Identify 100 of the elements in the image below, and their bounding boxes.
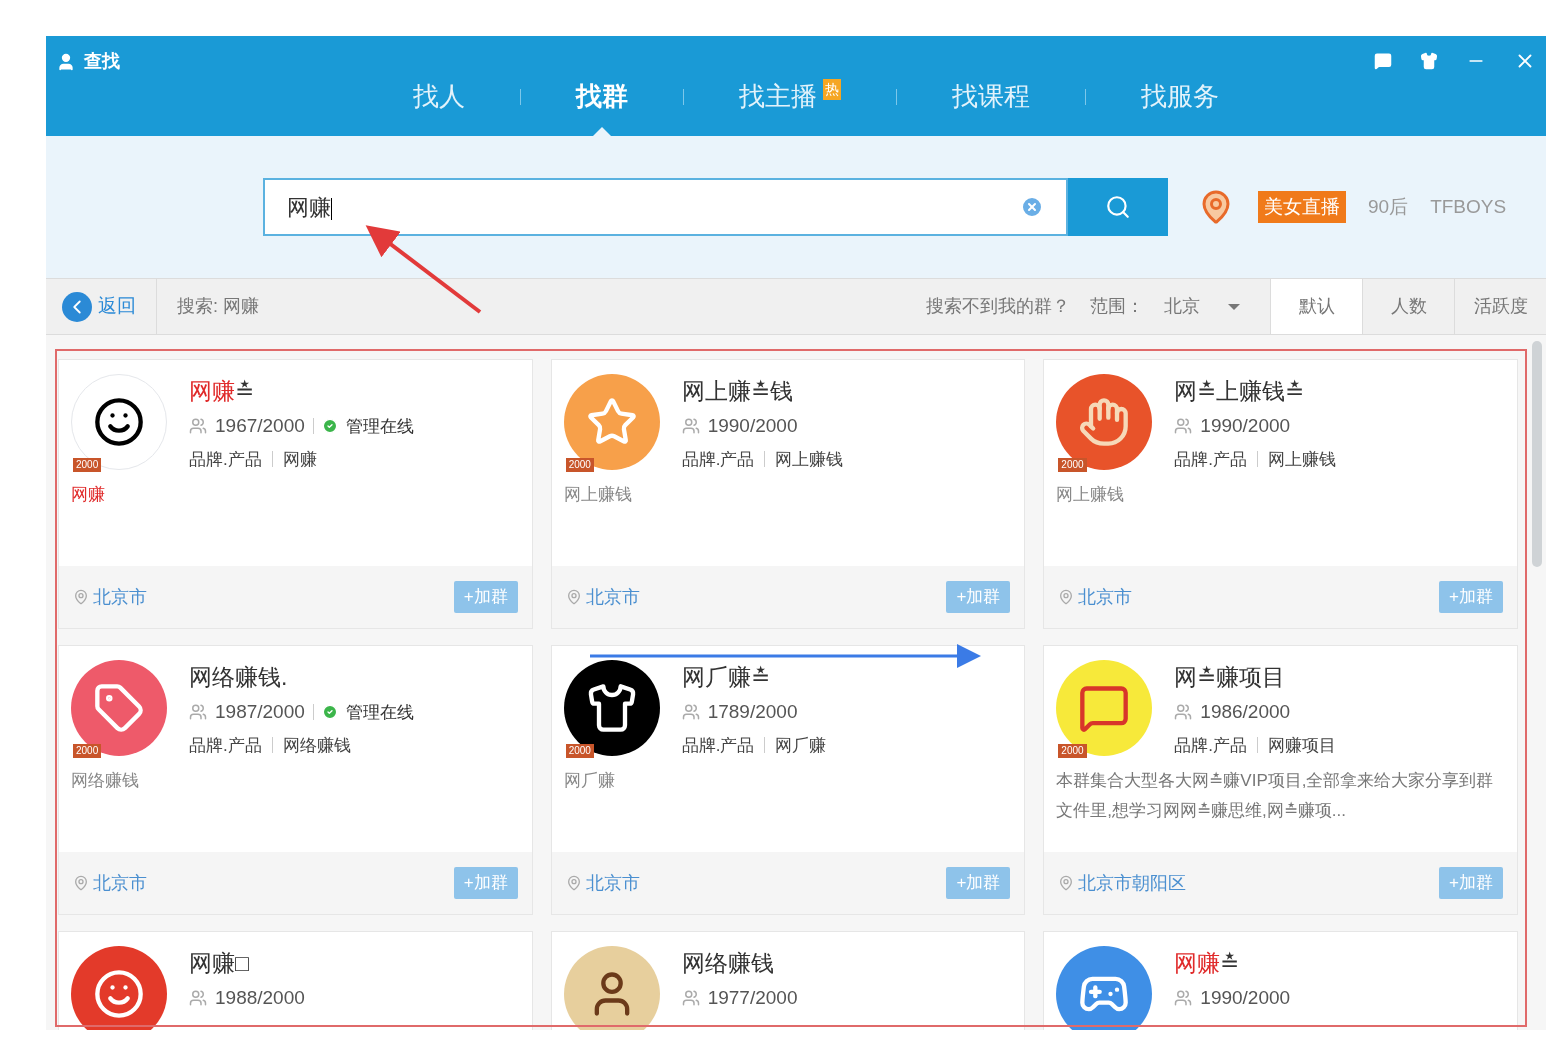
admin-status: 管理在线 [345,701,414,724]
members-icon [681,703,700,722]
group-location: 北京市 [93,585,147,609]
group-name: 网络赚钱 [681,949,775,978]
nav-tab[interactable]: 找人 [413,77,465,116]
group-name: 网≛上赚钱≛ [1174,377,1306,406]
online-icon [321,418,338,435]
location-icon [565,875,582,891]
group-name: 网赚≛ [189,377,255,406]
level-badge: 2000 [565,744,594,758]
group-name: 网≛赚项目 [1174,663,1287,692]
member-count: 1990/2000 [707,414,798,438]
members-icon [681,989,700,1008]
hot-badge: 热 [823,79,841,100]
join-group-button[interactable]: +加群 [1439,581,1503,613]
nav-tab[interactable]: 找课程 [952,77,1030,116]
group-location: 北京市 [1078,585,1133,609]
members-icon [189,989,207,1008]
nav-tab[interactable]: 找主播 [739,77,817,116]
group-tag: 品牌.产品 [1174,446,1248,472]
group-name: 网络赚钱. [189,663,289,692]
location-icon [1058,875,1075,891]
join-group-button[interactable]: +加群 [1439,867,1503,899]
join-group-button[interactable]: +加群 [946,581,1011,613]
group-keywords: 网上赚钱 [1056,484,1126,506]
search-button[interactable] [1068,178,1168,236]
group-name: 网赚□ [189,949,250,978]
members-icon [189,417,207,436]
members-icon [681,417,700,436]
group-tag: 品牌.产品 [681,732,755,758]
nav-tab[interactable]: 找服务 [1141,77,1219,116]
group-tag: 品牌.产品 [681,446,755,472]
group-keywords: 网⺁赚 [563,770,616,792]
range-dropdown[interactable]: 北京 [1164,293,1270,320]
member-count: 1987/2000 [215,700,305,724]
range-label: 范围： [1090,295,1144,318]
join-group-button[interactable]: +加群 [453,581,518,613]
level-badge: 2000 [1058,458,1087,472]
avatar-picture-icon [93,396,145,448]
group-tag: 网赚项目 [1268,732,1337,758]
group-tag: 网上赚钱 [1268,446,1337,472]
search-value: 网赚 [287,193,332,222]
group-location: 北京市 [585,585,640,609]
group-keywords: 网上赚钱 [563,484,633,506]
member-count: 1967/2000 [215,414,305,438]
group-tag: 网赚 [282,446,317,472]
group-keywords: 网络赚钱 [71,770,140,792]
location-icon [73,875,89,891]
members-icon [1174,417,1193,436]
location-icon [73,589,89,605]
group-location: 北京市 [585,871,640,895]
location-icon [1058,589,1075,605]
group-location: 北京市 [93,871,147,895]
search-field[interactable]: 网赚 [263,178,1068,236]
members-icon [1174,989,1193,1008]
avatar-picture-icon [93,968,145,1020]
group-tag: 品牌.产品 [189,732,262,758]
group-tag: 品牌.产品 [1174,732,1248,758]
group-tag: 网上赚钱 [775,446,844,472]
group-location: 北京市朝阳区 [1078,871,1187,895]
group-tag: 网络赚钱 [282,732,351,758]
group-tag: 品牌.产品 [189,446,262,472]
not-found-link[interactable]: 搜索不到我的群？ [926,293,1070,320]
search-icon [1105,194,1131,220]
online-icon [321,704,338,721]
join-group-button[interactable]: +加群 [453,867,518,899]
hot-search-tag[interactable]: 90后 [1368,192,1409,222]
group-tag: 网⺁赚 [775,732,827,758]
avatar-picture-icon [93,682,145,734]
feedback-icon[interactable] [1374,52,1392,70]
member-count: 1988/2000 [215,986,305,1010]
sort-tab[interactable]: 默认 [1270,279,1362,334]
admin-status: 管理在线 [345,415,414,438]
back-button[interactable]: 返回 [62,279,157,334]
join-group-button[interactable]: +加群 [946,867,1011,899]
search-query: 搜索: 网赚 [177,295,259,318]
group-name: 网上赚≛钱 [681,377,794,406]
member-count: 1977/2000 [707,986,798,1010]
level-badge: 2000 [1058,744,1087,758]
level-badge: 2000 [565,458,594,472]
hot-search-tag[interactable]: 美女直播 [1258,190,1346,224]
hot-search-tag[interactable]: TFBOYS [1430,192,1507,222]
avatar-picture-icon [1078,396,1131,448]
nav-tab[interactable]: 找群 [576,77,628,116]
member-count: 1789/2000 [707,700,798,724]
member-count: 1990/2000 [1200,986,1291,1010]
level-badge: 2000 [73,744,102,758]
level-badge: 2000 [73,458,102,472]
window-title: 查找 [84,50,120,73]
group-keywords: 网赚 [71,484,106,506]
clear-icon[interactable] [1020,195,1044,219]
member-count: 1990/2000 [1200,414,1291,438]
group-name: 网⺁赚≛ [681,663,771,692]
location-icon [565,589,582,605]
scrollbar[interactable] [1532,341,1542,567]
member-count: 1986/2000 [1200,700,1291,724]
group-description: 本群集合大型各大网≛赚VIP项目,全部拿来给大家分享到群文件里,想学习网网≛赚思维,网≛赚项... [1056,770,1495,822]
members-icon [189,703,207,722]
members-icon [1174,703,1193,722]
group-name: 网赚≛ [1174,949,1241,978]
